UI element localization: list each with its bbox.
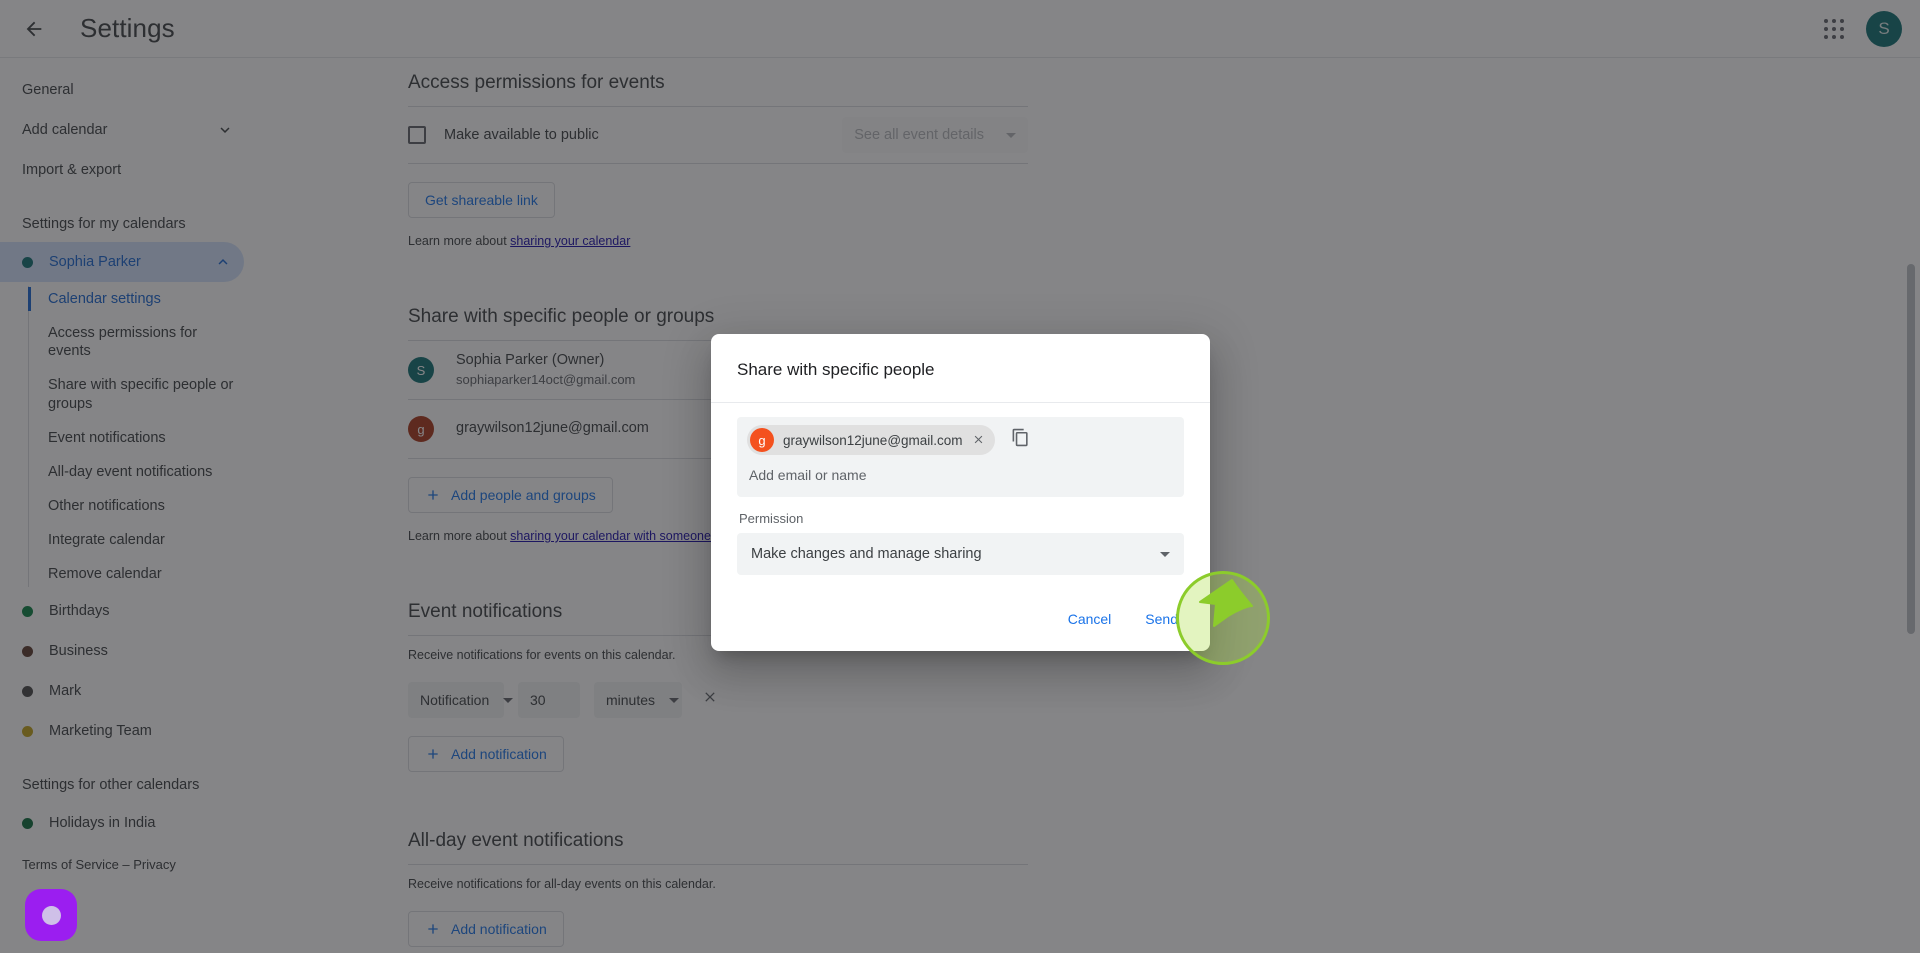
copy-button[interactable] [1011, 428, 1030, 452]
recipient-chip[interactable]: g graywilson12june@gmail.com [747, 425, 995, 455]
dialog-title: Share with specific people [737, 360, 935, 379]
record-bubble-button[interactable] [25, 889, 77, 941]
app-root: Settings S General Add calendar [0, 0, 1920, 953]
dialog-body: g graywilson12june@gmail.com Add email o… [711, 403, 1210, 581]
copy-icon [1012, 428, 1028, 447]
chevron-down-icon [1160, 551, 1170, 557]
record-bubble-icon [41, 905, 61, 925]
close-icon [974, 435, 982, 443]
permission-select[interactable]: Make changes and manage sharing [737, 533, 1184, 575]
permission-label: Permission [739, 511, 804, 526]
share-dialog: Share with specific people g graywilson1… [711, 334, 1210, 651]
chip-line: g graywilson12june@gmail.com [747, 425, 1174, 455]
remove-chip-button[interactable] [972, 433, 985, 448]
send-button[interactable]: Send [1135, 603, 1188, 635]
permission-value: Make changes and manage sharing [751, 546, 982, 562]
recipients-input[interactable]: g graywilson12june@gmail.com Add email o… [737, 417, 1184, 497]
chip-email: graywilson12june@gmail.com [783, 432, 963, 448]
dialog-actions: Cancel Send [711, 581, 1210, 651]
add-email-input[interactable]: Add email or name [747, 455, 1174, 491]
chip-avatar: g [750, 428, 774, 452]
cancel-button[interactable]: Cancel [1058, 603, 1122, 635]
